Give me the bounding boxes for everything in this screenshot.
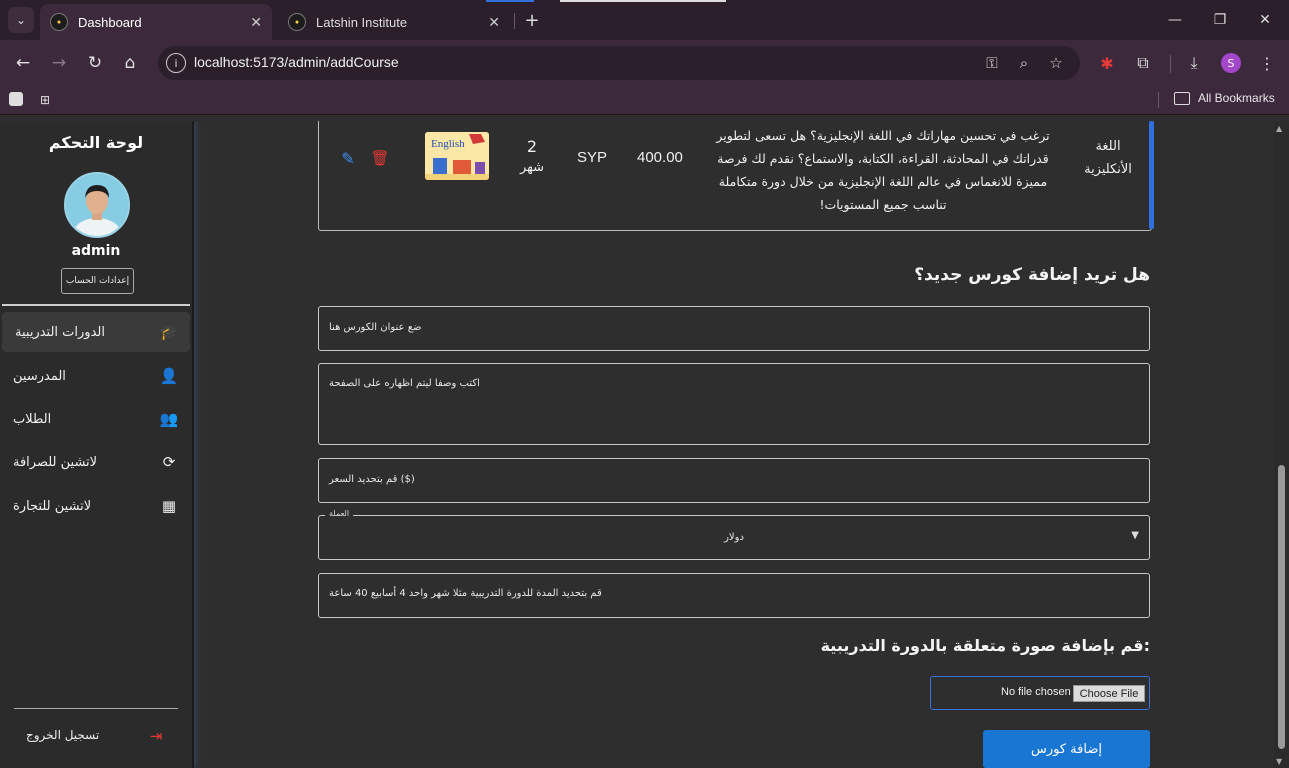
bookmarks-separator <box>1158 92 1159 108</box>
page-loading-stripe <box>560 0 726 2</box>
logout-icon: ⇥ <box>149 727 163 745</box>
sidebar-item-teachers[interactable]: المدرسين 👤 <box>0 356 190 396</box>
bookmark-star-icon[interactable]: ☆ <box>1046 53 1066 73</box>
scrollbar-thumb[interactable] <box>1278 465 1285 749</box>
sidebar-item-students[interactable]: الطلاب 👥 <box>0 399 190 439</box>
window-close-button[interactable]: ✕ <box>1250 8 1280 32</box>
extensions-puzzle-icon[interactable]: ⧉ <box>1132 52 1154 74</box>
admin-avatar <box>64 172 130 238</box>
course-price-input[interactable]: قم بتحديد السعر ($) <box>318 458 1150 503</box>
password-key-icon[interactable]: ⚿ <box>982 53 1002 73</box>
scroll-up-arrow-icon[interactable]: ▲ <box>1276 124 1282 133</box>
currency-select[interactable]: دولار ▼ <box>318 515 1150 560</box>
sidebar-divider <box>2 304 190 306</box>
all-bookmarks-button[interactable]: All Bookmarks <box>1174 91 1275 105</box>
card-accent-bar <box>1149 121 1154 229</box>
apps-grid-icon[interactable]: ⊞ <box>37 92 53 108</box>
currency-select-label: العملة <box>325 509 354 518</box>
home-icon[interactable]: ⌂ <box>117 50 143 76</box>
sidebar-item-label: الدورات التدريبية <box>15 324 105 340</box>
input-placeholder: ضع عنوان الكورس هنا <box>329 322 422 333</box>
tab-group-icon[interactable] <box>9 92 23 106</box>
tab-separator <box>514 13 515 29</box>
restore-button[interactable]: ❐ <box>1205 8 1235 32</box>
tab-close-icon[interactable]: ✕ <box>488 14 500 31</box>
course-description-textarea[interactable]: اكتب وصفا ليتم اظهاره على الصفحة <box>318 363 1150 445</box>
admin-username: admin <box>71 243 121 259</box>
browser-titlebar: ⌄ ● Dashboard ✕ ● Latshin Institute ✕ + … <box>0 0 1289 40</box>
toolbar-separator <box>1170 55 1171 73</box>
input-placeholder: قم بتحديد السعر ($) <box>329 474 415 485</box>
sidebar-item-label: المدرسين <box>13 368 66 384</box>
person-icon: 👤 <box>159 367 179 385</box>
add-course-heading: هل تريد إضافة كورس جديد؟ <box>914 265 1150 285</box>
input-placeholder: قم بتحديد المدة للدورة التدريبية مثلا شه… <box>329 588 602 599</box>
sidebar-item-courses[interactable]: الدورات التدريبية 🎓 <box>2 312 190 352</box>
browser-toolbar: ← → ↻ ⌂ i localhost:5173/admin/addCourse… <box>0 40 1289 86</box>
address-bar[interactable]: i localhost:5173/admin/addCourse ⚿ ⌕ ☆ <box>158 46 1080 80</box>
course-description: ترغب في تحسين مهاراتك في اللغة الإنجليزي… <box>716 128 1050 212</box>
course-duration-number: 2 <box>526 137 538 156</box>
course-image-file-input[interactable]: No file chosen Choose File <box>930 676 1150 710</box>
site-favicon-icon: ● <box>288 13 306 31</box>
course-duration-input[interactable]: قم بتحديد المدة للدورة التدريبية مثلا شه… <box>318 573 1150 618</box>
scroll-down-arrow-icon[interactable]: ▼ <box>1276 757 1282 766</box>
dropdown-caret-icon: ▼ <box>1131 530 1139 541</box>
sidebar-item-label: لاتشين للتجارة <box>13 498 92 514</box>
currency-selected-value: دولار <box>724 532 744 543</box>
building-icon: ▦ <box>161 497 177 515</box>
course-name: اللغة الأنكليزية <box>1084 139 1132 177</box>
course-duration-unit: شهر <box>519 160 545 175</box>
page-loading-stripe <box>486 0 534 2</box>
course-title-input[interactable]: ضع عنوان الكورس هنا <box>318 306 1150 351</box>
all-bookmarks-label: All Bookmarks <box>1198 91 1275 105</box>
edit-pencil-icon[interactable]: ✎ <box>338 148 358 168</box>
sidebar-item-label: الطلاب <box>13 411 52 427</box>
input-placeholder: اكتب وصفا ليتم اظهاره على الصفحة <box>329 378 480 389</box>
bookmarks-bar: ⊞ All Bookmarks <box>0 86 1289 115</box>
graduation-cap-icon: 🎓 <box>159 323 179 341</box>
reload-icon[interactable]: ↻ <box>82 50 108 76</box>
sidebar-item-trade[interactable]: لاتشين للتجارة ▦ <box>0 486 190 526</box>
back-arrow-icon[interactable]: ← <box>10 50 36 76</box>
tab-dashboard[interactable]: ● Dashboard ✕ <box>40 4 272 40</box>
tab-title: Dashboard <box>78 14 142 30</box>
menu-kebab-icon[interactable]: ⋮ <box>1256 52 1278 74</box>
new-tab-button[interactable]: + <box>520 8 544 32</box>
course-thumbnail: English <box>425 132 489 180</box>
profile-avatar[interactable]: S <box>1221 53 1241 73</box>
forward-arrow-icon[interactable]: → <box>46 50 72 76</box>
tab-search-button[interactable]: ⌄ <box>8 7 34 33</box>
sidebar-item-label: لاتشين للصرافة <box>13 454 98 470</box>
page-viewport: لوحة التحكم admin إعدادات الحساب الدورات… <box>0 121 1289 768</box>
course-price: 400.00 <box>637 149 683 166</box>
choose-file-button[interactable]: Choose File <box>1073 685 1145 702</box>
minimize-button[interactable]: — <box>1160 8 1190 32</box>
site-favicon-icon: ● <box>50 13 68 31</box>
zoom-icon[interactable]: ⌕ <box>1014 53 1034 73</box>
tab-title: Latshin Institute <box>316 14 408 30</box>
admin-sidebar: لوحة التحكم admin إعدادات الحساب الدورات… <box>0 121 194 768</box>
currency-exchange-icon: ⟳ <box>162 453 176 471</box>
course-currency: SYP <box>577 149 608 166</box>
delete-trash-icon[interactable]: 🗑 <box>370 148 390 168</box>
logout-label: تسجيل الخروج <box>26 728 100 742</box>
tab-latshin-institute[interactable]: ● Latshin Institute ✕ <box>278 4 510 40</box>
url-text[interactable]: localhost:5173/admin/addCourse <box>194 54 399 70</box>
sidebar-title: لوحة التحكم <box>48 133 144 152</box>
image-upload-heading: :قم بإضافة صورة متعلقة بالدورة التدريبية <box>820 636 1150 655</box>
people-icon: 👥 <box>159 410 179 428</box>
sidebar-item-exchange[interactable]: لاتشين للصرافة ⟳ <box>0 442 190 482</box>
extension-icon[interactable]: ✱ <box>1096 52 1118 74</box>
download-icon[interactable]: ⤓ <box>1183 52 1205 74</box>
logout-button[interactable]: تسجيل الخروج ⇥ <box>0 724 192 748</box>
no-file-label: No file chosen <box>1001 686 1071 698</box>
thumbnail-label: English <box>431 138 465 150</box>
add-course-button[interactable]: إضافة كورس <box>983 730 1150 768</box>
folder-icon <box>1174 91 1190 105</box>
account-settings-button[interactable]: إعدادات الحساب <box>61 268 134 294</box>
site-info-icon[interactable]: i <box>166 53 186 73</box>
tab-close-icon[interactable]: ✕ <box>250 14 262 31</box>
sidebar-divider <box>14 708 178 709</box>
